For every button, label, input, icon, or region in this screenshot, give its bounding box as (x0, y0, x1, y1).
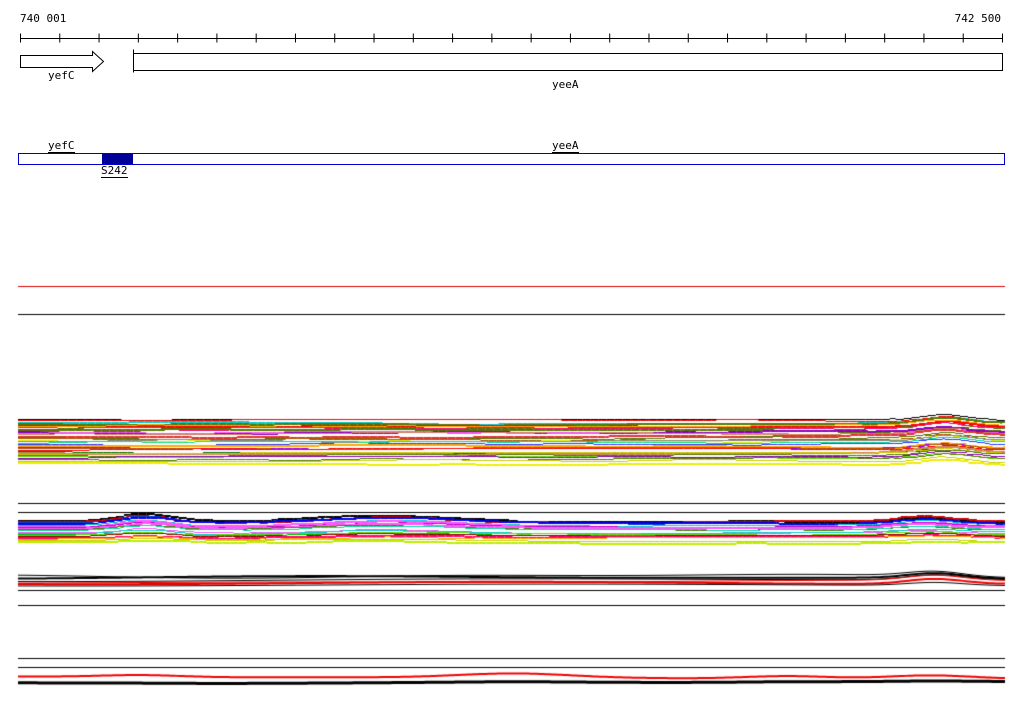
map-bar[interactable] (18, 153, 1005, 165)
coord-left-label: 740 001 (20, 12, 67, 25)
gene-label-yefC: yefC (48, 69, 75, 82)
map-label-yeeA[interactable]: yeeA (552, 140, 579, 153)
gene-box-yeeA[interactable] (133, 53, 1003, 71)
coord-right-label: 742 500 (954, 12, 1001, 25)
marker-segment[interactable] (102, 154, 133, 164)
ruler (20, 33, 1003, 43)
map-label-yefC[interactable]: yefC (48, 140, 75, 153)
marker-label: S242 (101, 164, 128, 178)
genome-browser-view: 740 001 742 500 yefC yeeA yefC yeeA S242 (0, 0, 1024, 714)
gene-map (20, 49, 1003, 73)
tracks-canvas (0, 0, 1024, 714)
gene-label-yeeA: yeeA (552, 78, 579, 91)
